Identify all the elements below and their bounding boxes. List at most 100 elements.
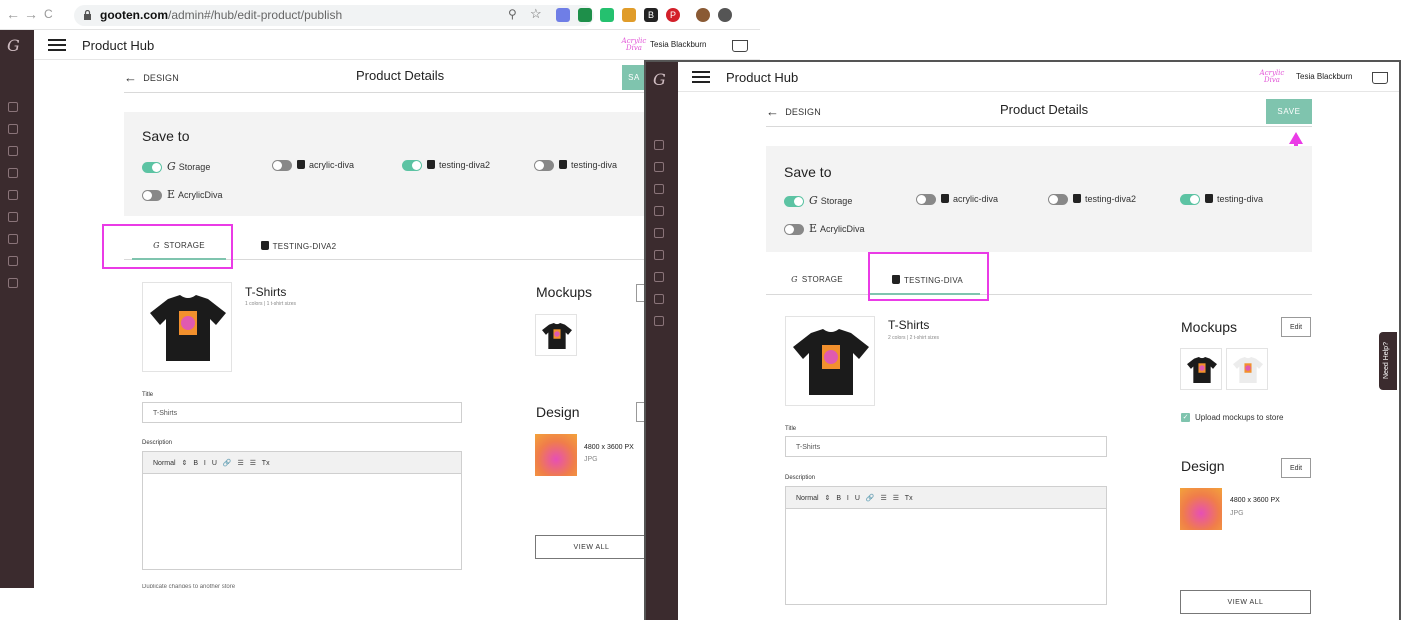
settings-icon[interactable] bbox=[654, 228, 664, 238]
back-to-design-link[interactable]: ← DESIGN bbox=[124, 70, 179, 85]
toggle[interactable] bbox=[534, 160, 554, 172]
toggle[interactable] bbox=[142, 162, 162, 174]
design-size: 4800 x 3600 PX bbox=[1230, 497, 1280, 504]
tab-label: STORAGE bbox=[801, 275, 843, 284]
toggle[interactable] bbox=[1048, 194, 1068, 206]
highlight-box bbox=[868, 252, 989, 301]
orders-icon[interactable] bbox=[654, 250, 664, 260]
store-option[interactable]: acrylic-diva bbox=[916, 194, 999, 206]
toggle[interactable] bbox=[142, 190, 162, 202]
hub-icon[interactable] bbox=[8, 168, 18, 178]
browser-toolbar: ← → C gooten.com/admin#/hub/edit-product… bbox=[0, 0, 760, 30]
catalog-icon[interactable] bbox=[8, 146, 18, 156]
extension-evernote-icon[interactable] bbox=[578, 8, 592, 22]
title-input[interactable]: T-Shirts bbox=[785, 436, 1107, 457]
extension-honey-icon[interactable] bbox=[622, 8, 636, 22]
description-editor[interactable] bbox=[785, 509, 1107, 605]
extension-shield-icon[interactable] bbox=[556, 8, 570, 22]
save-button[interactable]: SAVE bbox=[1266, 99, 1312, 124]
extension-grammarly-icon[interactable] bbox=[600, 8, 614, 22]
design-format: JPG bbox=[1230, 510, 1244, 517]
menu-icon[interactable] bbox=[692, 71, 710, 83]
mockup-thumbnail-white[interactable] bbox=[1226, 348, 1268, 390]
edit-icon[interactable] bbox=[654, 162, 664, 172]
design-thumbnail[interactable] bbox=[535, 434, 577, 476]
store-option[interactable]: testing-diva bbox=[534, 160, 618, 172]
store-label: AcrylicDiva bbox=[178, 190, 223, 200]
design-thumbnail[interactable] bbox=[1180, 488, 1222, 530]
gooten-icon: G bbox=[809, 194, 818, 207]
checkbox-checked-icon[interactable]: ✓ bbox=[1181, 413, 1190, 422]
tools-icon[interactable] bbox=[654, 316, 664, 326]
description-editor[interactable] bbox=[142, 474, 462, 570]
save-button-cropped[interactable]: SA bbox=[622, 65, 646, 90]
design-edit-button[interactable]: Edit bbox=[1281, 458, 1311, 478]
view-all-button[interactable]: VIEW ALL bbox=[535, 535, 648, 559]
view-all-button[interactable]: VIEW ALL bbox=[1180, 590, 1311, 614]
editor-toolbar[interactable]: Normal ⇕ B I U 🔗 ☰ ☰ Tx bbox=[785, 486, 1107, 509]
mockup-thumbnail[interactable] bbox=[535, 314, 577, 356]
home-icon[interactable] bbox=[654, 140, 664, 150]
tab-storage[interactable]: G STORAGE bbox=[770, 275, 864, 294]
search-icon[interactable]: ⚲ bbox=[508, 7, 517, 21]
store-option[interactable]: acrylic-diva bbox=[272, 160, 354, 172]
menu-icon[interactable] bbox=[48, 39, 66, 51]
reports-icon[interactable] bbox=[654, 272, 664, 282]
mockups-heading: Mockups bbox=[1181, 319, 1238, 335]
cart-icon[interactable] bbox=[732, 40, 748, 52]
back-icon[interactable]: ← bbox=[6, 6, 20, 22]
reload-icon[interactable]: C bbox=[44, 7, 53, 21]
profile-avatar-icon[interactable] bbox=[696, 8, 710, 22]
mockups-heading: Mockups bbox=[536, 284, 593, 300]
toggle[interactable] bbox=[402, 160, 422, 172]
edit-icon[interactable] bbox=[8, 124, 18, 134]
extension-b-icon[interactable]: B bbox=[644, 8, 658, 22]
store-option[interactable]: testing-diva2 bbox=[402, 160, 490, 172]
left-app-header: Product Hub Acrylic Diva Tesia Blackburn bbox=[34, 30, 760, 60]
tools-icon[interactable] bbox=[8, 278, 18, 288]
etsy-icon: E bbox=[167, 188, 176, 201]
store-option[interactable]: E AcrylicDiva bbox=[142, 188, 223, 202]
billing-icon[interactable] bbox=[8, 256, 18, 266]
need-help-tab[interactable]: Need Help? bbox=[1379, 332, 1397, 390]
mockups-edit-button[interactable]: Edit bbox=[1281, 317, 1311, 337]
back-to-design-link[interactable]: ← DESIGN bbox=[766, 104, 821, 119]
store-logo: Acrylic Diva bbox=[1259, 69, 1285, 84]
store-option[interactable]: E AcrylicDiva bbox=[784, 222, 865, 236]
billing-icon[interactable] bbox=[654, 294, 664, 304]
upload-mockups-label: Upload mockups to store bbox=[1195, 413, 1284, 422]
hub-icon[interactable] bbox=[654, 206, 664, 216]
extension-pinterest-icon[interactable]: P bbox=[666, 8, 680, 22]
store-option[interactable]: G Storage bbox=[142, 160, 210, 174]
toggle[interactable] bbox=[784, 196, 804, 208]
store-option[interactable]: testing-diva bbox=[1180, 194, 1263, 206]
store-label: testing-diva bbox=[571, 160, 618, 170]
description-label: Description bbox=[142, 440, 173, 446]
home-icon[interactable] bbox=[8, 102, 18, 112]
toggle[interactable] bbox=[272, 160, 292, 172]
forward-icon[interactable]: → bbox=[24, 6, 38, 22]
product-name: T-Shirts bbox=[245, 285, 287, 299]
star-icon[interactable]: ☆ bbox=[530, 6, 542, 22]
right-app-header: Product Hub Acrylic Diva Tesia Blackburn bbox=[678, 62, 1399, 92]
upload-mockups-option[interactable]: ✓ Upload mockups to store bbox=[1181, 413, 1284, 422]
toggle[interactable] bbox=[1180, 194, 1200, 206]
store-option[interactable]: G Storage bbox=[784, 194, 852, 208]
extension-circle-icon[interactable] bbox=[718, 8, 732, 22]
orders-icon[interactable] bbox=[8, 212, 18, 222]
tab-testing-diva2[interactable]: TESTING-DIVA2 bbox=[246, 241, 346, 260]
store-label: acrylic-diva bbox=[953, 194, 999, 204]
editor-toolbar[interactable]: Normal ⇕ B I U 🔗 ☰ ☰ Tx bbox=[142, 451, 462, 474]
title-input[interactable]: T-Shirts bbox=[142, 402, 462, 423]
right-screenshot-frame: G Product Hub Acrylic Diva Tesia Blackbu… bbox=[644, 60, 1401, 620]
store-label: testing-diva2 bbox=[1085, 194, 1137, 204]
settings-icon[interactable] bbox=[8, 190, 18, 200]
toggle[interactable] bbox=[784, 224, 804, 236]
cart-icon[interactable] bbox=[1372, 72, 1388, 84]
mockup-thumbnail-black[interactable] bbox=[1180, 348, 1222, 390]
design-size: 4800 x 3600 PX bbox=[584, 444, 634, 451]
toggle[interactable] bbox=[916, 194, 936, 206]
reports-icon[interactable] bbox=[8, 234, 18, 244]
catalog-icon[interactable] bbox=[654, 184, 664, 194]
store-option[interactable]: testing-diva2 bbox=[1048, 194, 1137, 206]
